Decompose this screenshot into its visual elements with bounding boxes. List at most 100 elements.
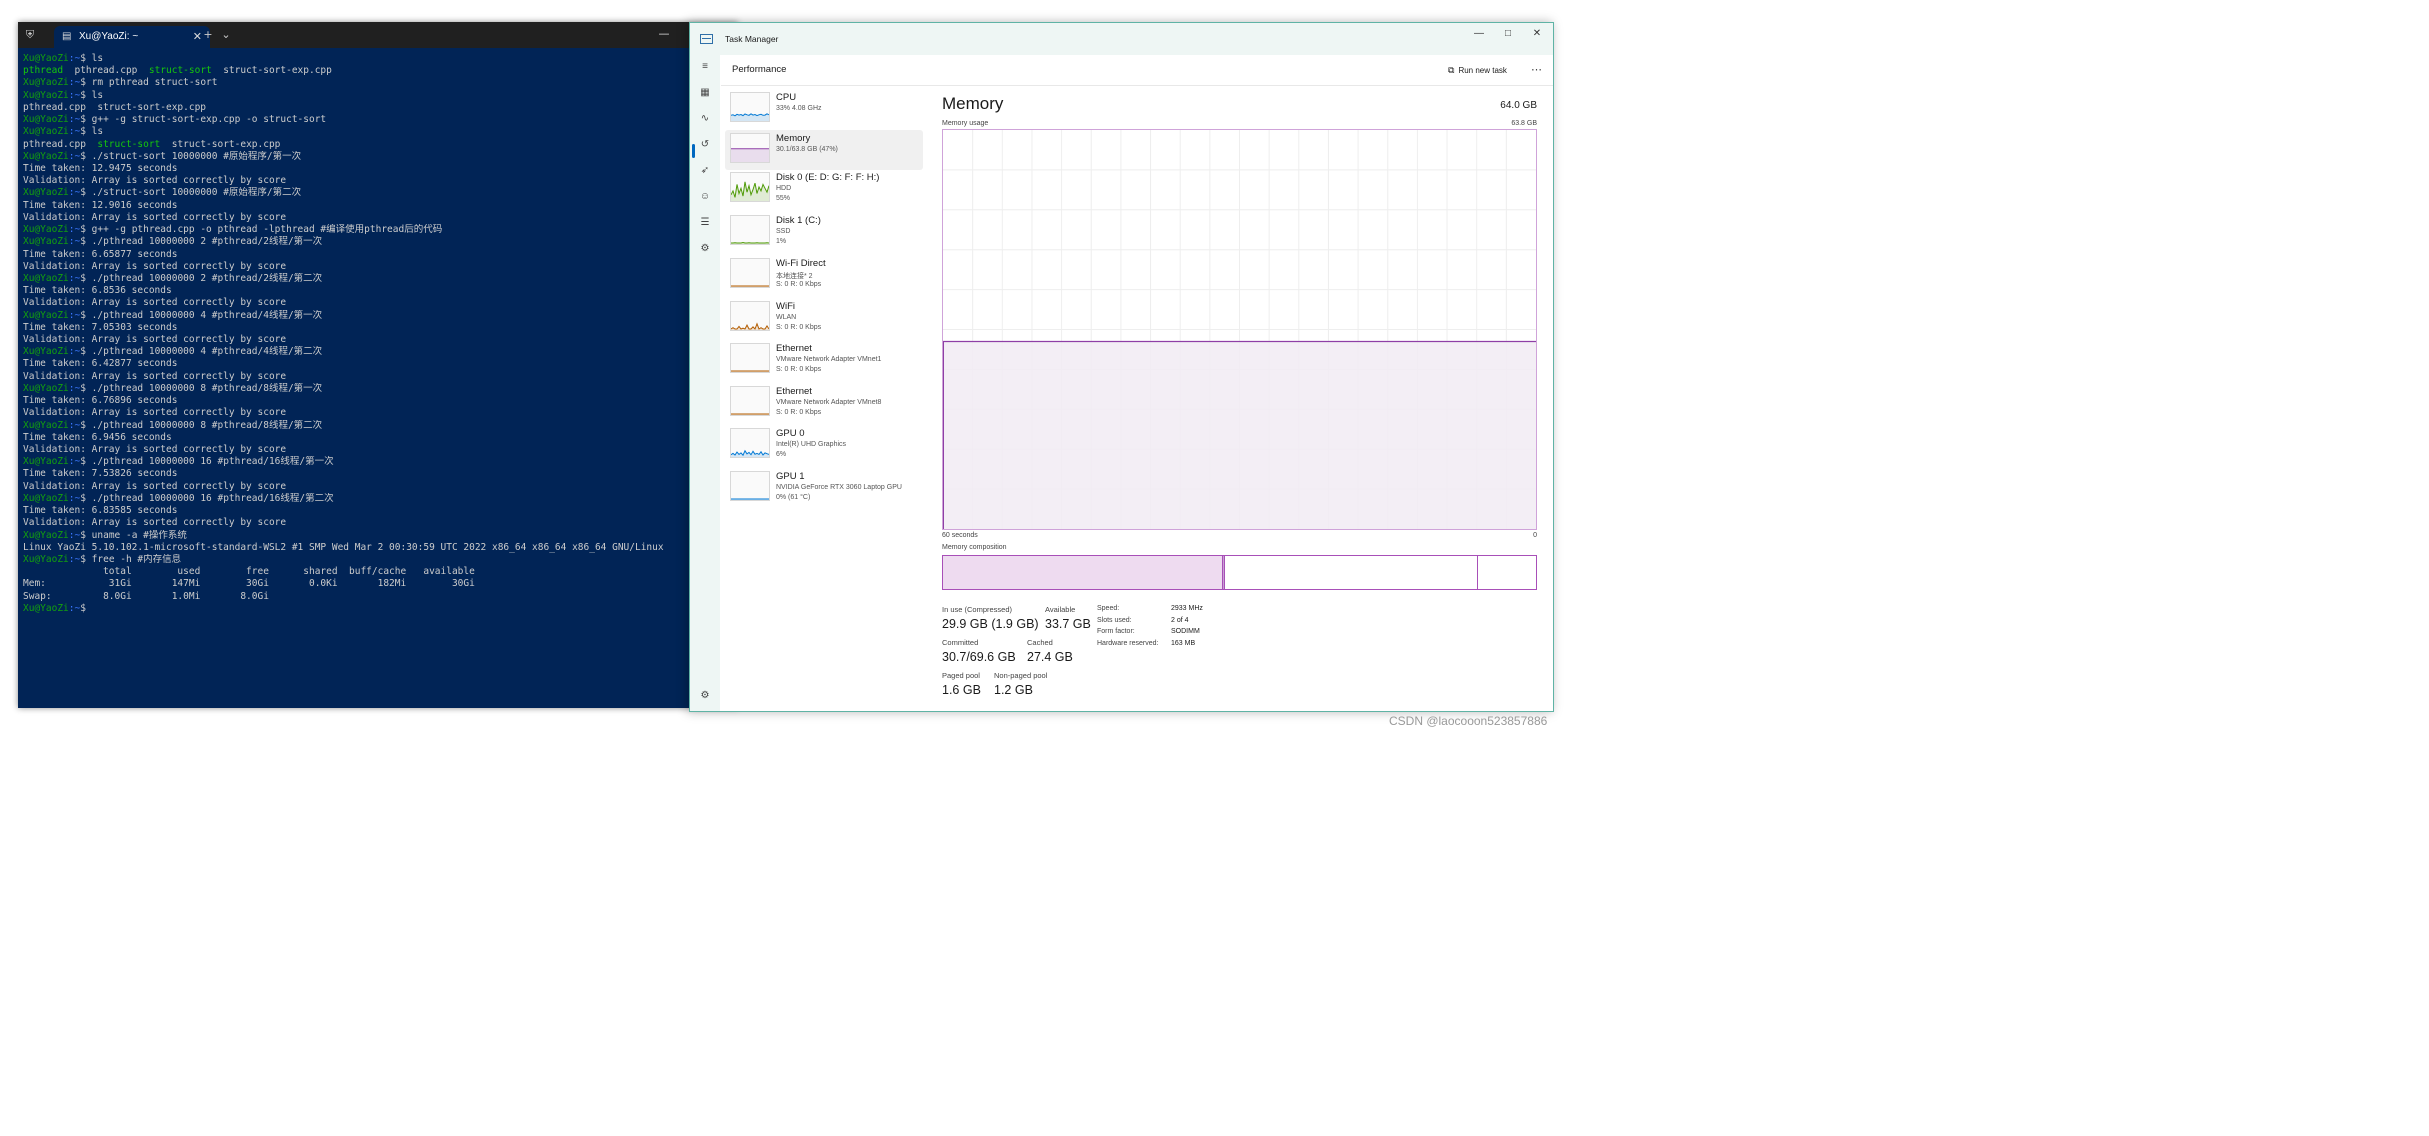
prompt-path: :~ xyxy=(68,602,81,614)
terminal-output-line: Validation: Array is sorted correctly by… xyxy=(23,211,287,223)
prompt-user: Xu@YaoZi xyxy=(23,456,69,468)
prompt-path: :~ xyxy=(68,529,81,541)
processes-icon[interactable]: ▦ xyxy=(697,85,713,101)
file-name: pthread.cpp xyxy=(23,138,98,150)
prompt-path: :~ xyxy=(68,272,81,284)
terminal-output-line: Validation: Array is sorted correctly by… xyxy=(23,407,287,419)
terminal-window[interactable]: ⛨ ▤ Xu@YaoZi: ~ ✕ + ⌄ — Xu@YaoZi:~$ ls pt… xyxy=(18,22,738,708)
close-icon[interactable]: ✕ xyxy=(1522,23,1552,45)
terminal-prompt-line: Xu@YaoZi:~$ ls xyxy=(23,90,733,102)
in-use-value: 29.9 GB (1.9 GB) xyxy=(942,617,1039,631)
terminal-prompt-line: Xu@YaoZi:~$ ./struct-sort 10000000 #原始程序… xyxy=(23,187,733,199)
prompt-path: :~ xyxy=(68,492,81,504)
performance-icon[interactable]: ∿ xyxy=(697,111,713,127)
available-label: Available xyxy=(1045,605,1076,614)
run-task-icon: ⧉ xyxy=(1448,65,1455,75)
resource-item-memory[interactable]: Memory 30.1/63.8 GB (47%) xyxy=(725,130,923,170)
resource-thumbnail-graph xyxy=(730,92,770,122)
resource-item-cpu[interactable]: CPU 33% 4.08 GHz xyxy=(725,89,923,129)
resource-detail: S: 0 R: 0 Kbps xyxy=(776,324,822,331)
thumbnail-area xyxy=(731,148,769,162)
prompt-user: Xu@YaoZi xyxy=(23,114,69,126)
resource-item-gpu-1[interactable]: GPU 1 NVIDIA GeForce RTX 3060 Laptop GPU 0… xyxy=(725,468,923,508)
app-history-icon[interactable]: ↺ xyxy=(697,137,713,153)
resource-detail: VMware Network Adapter VMnet1 xyxy=(776,356,882,363)
cached-label: Cached xyxy=(1027,638,1053,647)
resource-detail: 30.1/63.8 GB (47%) xyxy=(776,146,838,153)
prompt-path: :~ xyxy=(68,309,81,321)
minimize-icon[interactable]: — xyxy=(656,22,672,48)
run-new-task-button[interactable]: ⧉ Run new task xyxy=(1448,55,1507,86)
resource-item-gpu-0[interactable]: GPU 0 Intel(R) UHD Graphics 6% xyxy=(725,425,923,465)
resource-detail: Intel(R) UHD Graphics xyxy=(776,441,847,448)
more-options-icon[interactable]: ⋯ xyxy=(1531,55,1542,85)
shield-icon[interactable]: ⛨ xyxy=(22,22,38,48)
terminal-prompt-line: Xu@YaoZi:~$ ./pthread 10000000 2 #pthrea… xyxy=(23,236,733,248)
resource-item-wifi[interactable]: WiFi WLAN S: 0 R: 0 Kbps xyxy=(725,298,923,338)
prompt-command: $ ls xyxy=(80,126,104,138)
resource-detail: WLAN xyxy=(776,314,797,321)
services-icon[interactable]: ⚙ xyxy=(697,241,713,257)
resource-item-wi-fi-direct[interactable]: Wi-Fi Direct 本地连接* 2 S: 0 R: 0 Kbps xyxy=(725,255,923,295)
prompt-path: :~ xyxy=(68,187,81,199)
resource-item-ethernet[interactable]: Ethernet VMware Network Adapter VMnet1 S: … xyxy=(725,340,923,380)
terminal-prompt-line: Xu@YaoZi:~$ uname -a #操作系统 xyxy=(23,530,733,542)
maximize-icon[interactable]: □ xyxy=(1493,23,1523,45)
prompt-user: Xu@YaoZi xyxy=(23,77,69,89)
in-use-label: In use (Compressed) xyxy=(942,605,1013,614)
terminal-file-list-line: pthread.cpp struct-sort struct-sort-exp.… xyxy=(23,139,733,151)
terminal-tab[interactable]: ▤ Xu@YaoZi: ~ ✕ xyxy=(54,26,210,48)
memory-max-label: 63.8 GB xyxy=(1511,120,1537,127)
details-icon[interactable]: ☰ xyxy=(697,215,713,231)
detail-value: 163 MB xyxy=(1171,639,1196,647)
prompt-command: $ ls xyxy=(80,53,104,64)
file-name: struct-sort-exp.cpp xyxy=(160,138,281,150)
startup-apps-icon[interactable]: ➶ xyxy=(697,163,713,179)
terminal-output-line: Validation: Array is sorted correctly by… xyxy=(23,370,287,382)
prompt-user: Xu@YaoZi xyxy=(23,187,69,199)
new-tab-icon[interactable]: + xyxy=(200,22,216,48)
terminal-output-line: Time taken: 6.8536 seconds xyxy=(23,285,172,297)
prompt-path: :~ xyxy=(68,53,81,64)
axis-zero-label: 0 xyxy=(1533,532,1537,539)
resource-item-disk-0-e-d-g-f-f-h[interactable]: Disk 0 (E: D: G: F: F: H:) HDD 55% xyxy=(725,169,923,209)
resource-thumbnail-graph xyxy=(730,215,770,245)
terminal-prompt-line: Xu@YaoZi:~$ ./pthread 10000000 2 #pthrea… xyxy=(23,273,733,285)
resource-detail: HDD xyxy=(776,185,792,192)
memory-composition-label: Memory composition xyxy=(942,544,1007,551)
terminal-output[interactable]: Xu@YaoZi:~$ ls pthread pthread.cpp struct… xyxy=(23,53,733,615)
chevron-down-icon[interactable]: ⌄ xyxy=(218,22,234,48)
terminal-output-line: Validation: Array is sorted correctly by… xyxy=(23,175,287,187)
task-manager-window[interactable]: Task Manager — □ ✕ ≡ ▦ ∿ ↺ ➶ ☺ ☰ ⚙ ⚙ Per… xyxy=(689,22,1554,712)
memory-composition-bar xyxy=(942,555,1537,590)
hamburger-icon[interactable]: ≡ xyxy=(697,59,713,75)
thumbnail-svg xyxy=(731,370,769,372)
users-icon[interactable]: ☺ xyxy=(697,189,713,205)
terminal-output-line: Time taken: 12.9475 seconds xyxy=(23,162,178,174)
resource-detail: 0% (61 °C) xyxy=(776,494,811,501)
resource-item-disk-1-c[interactable]: Disk 1 (C:) SSD 1% xyxy=(725,212,923,252)
resource-thumbnail-graph xyxy=(730,343,770,373)
terminal-output-line: Validation: Array is sorted correctly by… xyxy=(23,334,287,346)
resource-name: WiFi xyxy=(776,301,795,312)
terminal-prompt-line: Xu@YaoZi:~$ ls xyxy=(23,126,733,138)
resource-item-ethernet[interactable]: Ethernet VMware Network Adapter VMnet8 S: … xyxy=(725,383,923,423)
prompt-path: :~ xyxy=(68,236,81,248)
detail-key: Form factor: xyxy=(1097,628,1135,635)
time-span-label: 60 seconds xyxy=(942,532,978,539)
resource-detail: NVIDIA GeForce RTX 3060 Laptop GPU xyxy=(776,484,902,491)
memory-usage-label: Memory usage xyxy=(942,120,989,127)
settings-icon[interactable]: ⚙ xyxy=(697,688,713,704)
minimize-icon[interactable]: — xyxy=(1464,23,1494,45)
resource-detail: S: 0 R: 0 Kbps xyxy=(776,409,822,416)
prompt-path: :~ xyxy=(68,346,81,358)
committed-label: Committed xyxy=(942,638,979,647)
terminal-output-line: Time taken: 6.83585 seconds xyxy=(23,505,178,517)
terminal-prompt-line: Xu@YaoZi:~$ ./pthread 10000000 4 #pthrea… xyxy=(23,310,733,322)
file-executable: pthread xyxy=(23,65,64,77)
resource-thumbnail-graph xyxy=(730,301,770,331)
resource-detail: 6% xyxy=(776,451,787,458)
composition-in-use xyxy=(943,556,1222,589)
thumbnail-svg xyxy=(731,181,769,201)
detail-key: Speed: xyxy=(1097,605,1120,612)
